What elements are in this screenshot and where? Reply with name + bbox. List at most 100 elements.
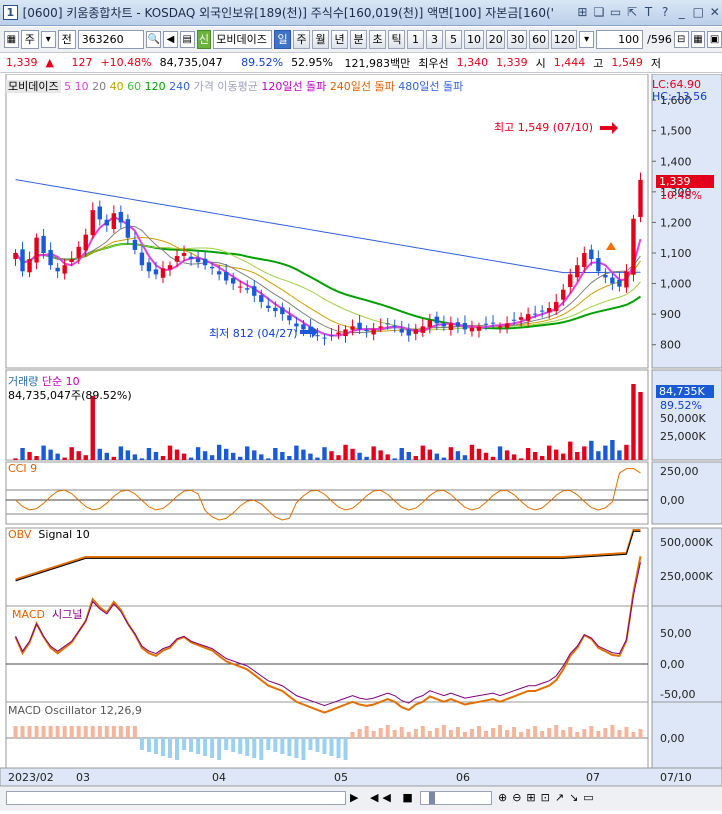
osc-bar — [448, 730, 453, 738]
volume-bar — [160, 456, 166, 460]
zoom-slider[interactable] — [420, 791, 492, 805]
obv-tick-label: 250,000K — [660, 570, 713, 583]
volume-bar — [350, 448, 355, 460]
x-axis-label: 06 — [456, 771, 470, 784]
osc-bar — [27, 726, 32, 738]
quote-bid: 1,340 — [456, 56, 489, 69]
volume-bar — [90, 396, 95, 460]
chart-svg[interactable]: 1,6001,5001,4001,3001,2001,1001,00090080… — [0, 73, 722, 811]
lock-icon[interactable]: ⊟ — [673, 31, 689, 48]
volume-bar — [167, 445, 173, 460]
obv-signal: Signal 10 — [38, 528, 90, 541]
type-select[interactable]: 전 — [57, 30, 76, 49]
layout-icon[interactable]: ⊞ — [575, 5, 590, 20]
period-button-week[interactable]: 주 — [293, 30, 311, 49]
candle-body — [329, 335, 334, 337]
volume-current-box: 84,735K — [656, 385, 714, 398]
x-axis-bar — [0, 767, 722, 787]
osc-bar — [168, 738, 172, 758]
volume-bar — [266, 458, 271, 460]
interval-button-60[interactable]: 60 — [529, 30, 549, 49]
legend-ma-120: 120 — [144, 80, 166, 93]
settings-icon[interactable]: ▣ — [707, 31, 722, 48]
count-input[interactable]: 100 — [596, 30, 644, 49]
close-button[interactable]: ✕ — [708, 5, 722, 20]
period-button-month[interactable]: 월 — [312, 30, 330, 49]
interval-button-3[interactable]: 3 — [426, 30, 444, 49]
period-button-year[interactable]: 년 — [331, 30, 349, 49]
quote-bid-label: 최우선 — [418, 56, 449, 70]
candle-body — [364, 330, 369, 332]
interval-button-30[interactable]: 30 — [507, 30, 528, 49]
current-price-box: 1,339 — [656, 175, 714, 188]
volume-bar — [336, 455, 341, 460]
volume-bar — [483, 452, 489, 460]
legend-item-240: 240일선 돌파 — [329, 80, 395, 93]
interval-button-20[interactable]: 20 — [485, 30, 506, 49]
volume-bar — [490, 456, 496, 460]
osc-bar — [189, 738, 194, 752]
osc-bar — [441, 725, 446, 738]
quote-amount: 121,983백만 — [344, 56, 411, 70]
period-select[interactable]: 주 — [20, 30, 39, 49]
search-icon[interactable]: 🔍 — [146, 31, 162, 48]
bookmark-icon[interactable]: ▤ — [179, 31, 195, 48]
osc-bar — [146, 738, 151, 752]
grid-icon[interactable]: ▦ — [4, 31, 19, 48]
legend-ma-5: 5 — [64, 80, 72, 93]
period-button-second[interactable]: 초 — [369, 30, 387, 49]
link-icon[interactable]: ⇱ — [625, 5, 640, 20]
volume-bar — [343, 444, 348, 460]
volume-bar — [582, 446, 587, 460]
volume-bar — [69, 447, 74, 460]
volume-bar — [462, 455, 468, 460]
maximize-button[interactable]: □ — [691, 5, 706, 20]
chart-area[interactable]: 1,600 1,500 1,400 1,300 1,200 1,100 1,000 900 80… — [0, 73, 722, 811]
help-icon[interactable]: ? — [658, 5, 673, 20]
scroll-track[interactable] — [6, 791, 346, 805]
volume-bar — [329, 451, 334, 460]
period-button-tick[interactable]: 틱 — [388, 30, 406, 49]
table-icon[interactable]: ▦ — [690, 31, 706, 48]
dropdown-icon[interactable]: ▾ — [579, 31, 595, 48]
stock-code-input[interactable]: 363260 — [77, 30, 145, 49]
quote-price: 1,339 — [6, 56, 38, 69]
window-title: [0600] 키움종합차트 - KOSDAQ 외국인보유[189(천)] 주식수… — [22, 6, 554, 20]
osc-bar — [224, 738, 229, 750]
period-button-day[interactable]: 일 — [274, 30, 292, 49]
candle-body — [111, 213, 117, 230]
count-total: /596 — [647, 33, 672, 46]
volume-bar — [448, 447, 454, 460]
quote-turnover: 52.95% — [291, 56, 334, 69]
interval-button-10[interactable]: 10 — [464, 30, 484, 49]
osc-bar — [76, 726, 81, 738]
price-tick-label: 800 — [660, 339, 681, 352]
quote-bar: 1,339 ▲ 127 +10.48% 84,735,047 89.52% 52… — [0, 53, 722, 73]
osc-bar — [561, 730, 566, 738]
sound-icon[interactable]: ◀ — [163, 31, 178, 48]
volume-bar — [118, 446, 124, 460]
chevron-down-icon[interactable]: ▾ — [40, 31, 56, 48]
volume-bar — [139, 458, 145, 460]
zoom-slider-handle[interactable] — [429, 792, 435, 804]
price-tick-label: 1,400 — [660, 155, 692, 168]
osc-bar — [406, 732, 411, 738]
window-icon[interactable]: ▭ — [608, 5, 623, 20]
price-tick-label: 1,500 — [660, 125, 692, 138]
text-icon[interactable]: T — [641, 5, 656, 20]
volume-bar — [223, 448, 229, 460]
period-button-minute[interactable]: 분 — [350, 30, 368, 49]
candle-body — [525, 314, 531, 321]
interval-button-1[interactable]: 1 — [407, 30, 425, 49]
candle-body — [617, 279, 622, 287]
osc-bar — [287, 738, 292, 756]
chart-tools-icon[interactable]: ⊕⊖⊞⊡↗↘▭ — [498, 791, 599, 804]
candle-body — [399, 328, 404, 333]
osc-bar — [631, 732, 636, 738]
minimize-button[interactable]: _ — [674, 5, 689, 20]
copy-icon[interactable]: ❏ — [592, 5, 607, 20]
interval-button-120[interactable]: 120 — [550, 30, 578, 49]
candle-body — [547, 308, 552, 313]
scroll-bar[interactable]: ▶ ◀◀ ■ ▶▶ ⊕⊖⊞⊡↗↘▭ — [0, 786, 722, 811]
interval-button-5[interactable]: 5 — [445, 30, 463, 49]
